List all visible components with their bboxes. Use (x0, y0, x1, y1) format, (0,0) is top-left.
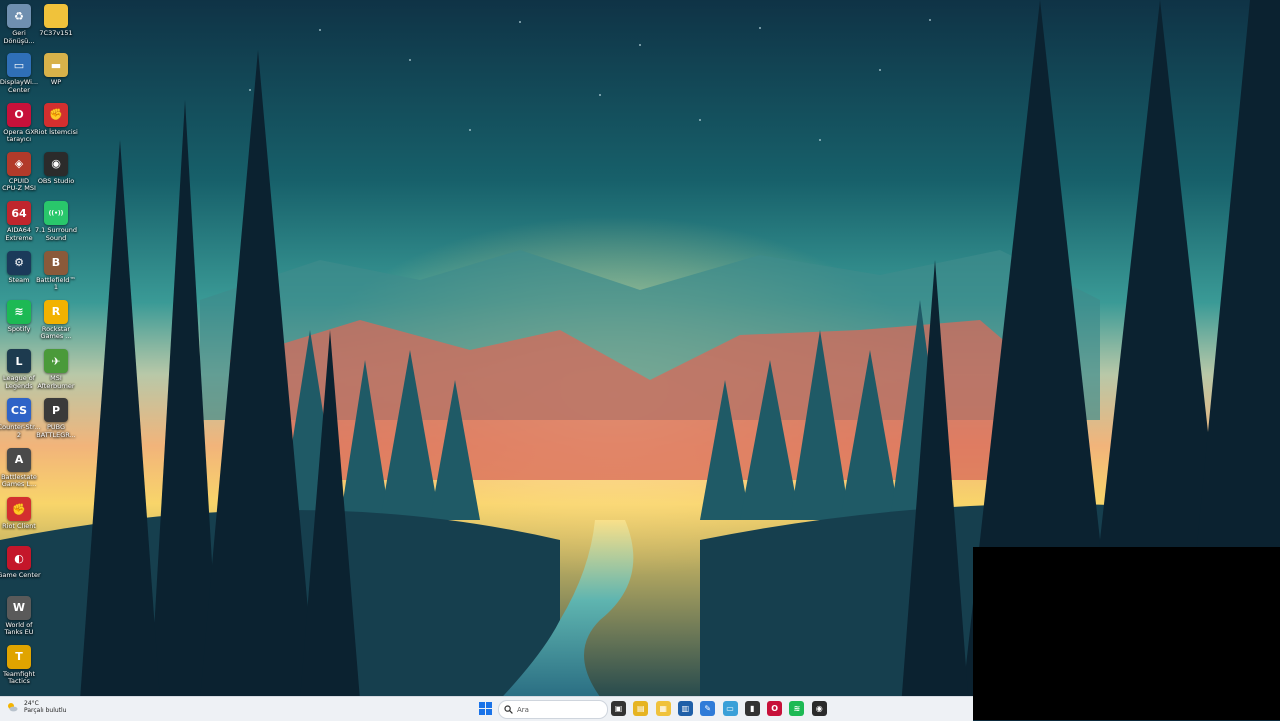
counter-strike-icon: CS (7, 398, 31, 423)
desktop-shortcut[interactable]: ▭ DisplayWi... Center (0, 53, 38, 94)
desktop-shortcut-label: Rockstar Games ... (40, 324, 72, 341)
terminal-icon[interactable]: ▮ (744, 701, 760, 716)
search-icon (504, 705, 513, 714)
files-icon[interactable]: ▦ (655, 701, 671, 716)
desktop-shortcut-label: PUBG BATTLEGR... (36, 423, 76, 439)
photos-icon[interactable]: ✎ (700, 701, 716, 716)
spotify-taskbar-icon[interactable]: ≋ (789, 701, 805, 716)
desktop-shortcut[interactable]: ◉ OBS Studio (37, 151, 75, 186)
desktop-shortcut-label: MSI Afterburner (37, 374, 75, 390)
teamfight-tactics-icon: T (7, 644, 31, 669)
desktop-shortcut[interactable]: ((•)) 7.1 Surround Sound (34, 201, 78, 242)
desktop-shortcut-label: Battlefield™ 1 (36, 275, 76, 291)
desktop-shortcut-label: World of Tanks EU (4, 620, 34, 637)
file-explorer-icon[interactable]: ▤ (633, 701, 649, 716)
pubg-icon: P (44, 398, 68, 423)
desktop-shortcut[interactable]: ≋ Spotify (0, 299, 38, 334)
cpu-z-icon: ◈ (7, 151, 31, 176)
league-of-legends-icon: L (7, 349, 31, 374)
game-center-icon: ◐ (7, 546, 31, 571)
desktop-shortcut[interactable]: T Teamfight Tactics (0, 644, 38, 686)
desktop-shortcut-label: OBS Studio (37, 176, 75, 185)
desktop-shortcut-label: 7.1 Surround Sound (34, 226, 78, 242)
spotify-icon: ≋ (7, 299, 31, 324)
desktop-shortcut[interactable]: O Opera GX tarayıcı (0, 102, 38, 144)
desktop-shortcut-label: Riot Client (2, 522, 36, 530)
obs-studio-icon: ◉ (44, 151, 68, 176)
desktop-shortcut[interactable]: ✊ Riot İstemcisi (34, 102, 78, 137)
desktop-shortcut[interactable]: L League of Legends (0, 349, 38, 390)
desktop-shortcut[interactable]: ✊ Riot Client (0, 497, 38, 531)
desktop-shortcut[interactable]: ◈ CPUID CPU-Z MSI (0, 151, 38, 193)
desktop-shortcut-label: 7C37v151 (39, 29, 73, 37)
black-overlay-region (973, 547, 1280, 720)
desktop-shortcut[interactable]: ◐ Game Center (0, 546, 41, 580)
riot-client-2-icon: ✊ (7, 497, 31, 521)
rockstar-icon: R (44, 299, 68, 324)
task-view-icon[interactable]: ▣ (611, 701, 626, 716)
opera-gx-icon: O (7, 102, 31, 127)
desktop-shortcut[interactable]: 64 AIDA64 Extreme (0, 201, 38, 242)
surround-sound-icon: ((•)) (44, 201, 68, 226)
desktop-shortcut-label: Battlestate Games L... (1, 472, 37, 489)
weather-desc: Parçalı bulutlu (24, 707, 67, 714)
desktop-shortcut[interactable]: ▬ WP (37, 53, 75, 87)
desktop-shortcut[interactable]: R Rockstar Games ... (37, 299, 75, 341)
desktop-shortcut[interactable]: B Battlefield™ 1 (36, 250, 76, 292)
desktop-shortcut[interactable]: ✈ MSI Afterburner (37, 349, 75, 390)
wp-icon: ▬ (44, 53, 68, 78)
taskbar: 24°C Parçalı bulutlu Ara ▣ ▤ ▦ ▥ ✎ ▭ ▮ O ≋ ◉ (0, 696, 973, 721)
remote-desktop-icon[interactable]: ▭ (722, 701, 738, 716)
desktop-shortcut[interactable]: ⚙ Steam (0, 250, 38, 285)
app-icon[interactable]: ▥ (677, 701, 693, 716)
desktop-shortcut-label: Riot İstemcisi (34, 127, 78, 136)
battlefield-icon: B (44, 250, 68, 275)
desktop-shortcut[interactable]: P PUBG BATTLEGR... (36, 398, 76, 439)
battlestate-launcher-icon: A (7, 447, 31, 472)
obs-taskbar-icon[interactable]: ◉ (811, 701, 827, 716)
desktop-shortcut[interactable]: ♻ Geri Dönüşü... (0, 4, 38, 45)
recycle-bin-icon: ♻ (7, 4, 31, 28)
msi-afterburner-icon: ✈ (44, 349, 68, 374)
windows-logo-icon (479, 702, 492, 715)
desktop-shortcut-label: Game Center (0, 571, 41, 580)
start-button[interactable] (478, 701, 493, 716)
desktop-shortcut[interactable]: A Battlestate Games L... (0, 447, 38, 489)
display-center-icon: ▭ (7, 53, 31, 78)
world-of-tanks-icon: W (7, 595, 31, 620)
riot-client-icon: ✊ (44, 102, 68, 127)
folder-icon (44, 4, 68, 28)
weather-widget[interactable]: 24°C Parçalı bulutlu (6, 700, 66, 714)
desktop-shortcut[interactable]: 7C37v151 (37, 4, 75, 38)
aida64-icon: 64 (7, 201, 31, 226)
desktop-shortcut[interactable]: CS Counter-Str... 2 (0, 398, 40, 439)
desktop-shortcut[interactable]: W World of Tanks EU (0, 595, 38, 637)
partly-cloudy-icon (8, 703, 18, 712)
desktop-shortcut-label: Teamfight Tactics (2, 669, 36, 686)
steam-icon: ⚙ (7, 250, 31, 275)
taskbar-search[interactable]: Ara (498, 700, 608, 719)
opera-gx-taskbar-icon[interactable]: O (767, 701, 783, 716)
search-placeholder: Ara (517, 705, 529, 714)
desktop-shortcut-label: WP (50, 78, 62, 87)
weather-temp: 24°C (24, 700, 39, 707)
